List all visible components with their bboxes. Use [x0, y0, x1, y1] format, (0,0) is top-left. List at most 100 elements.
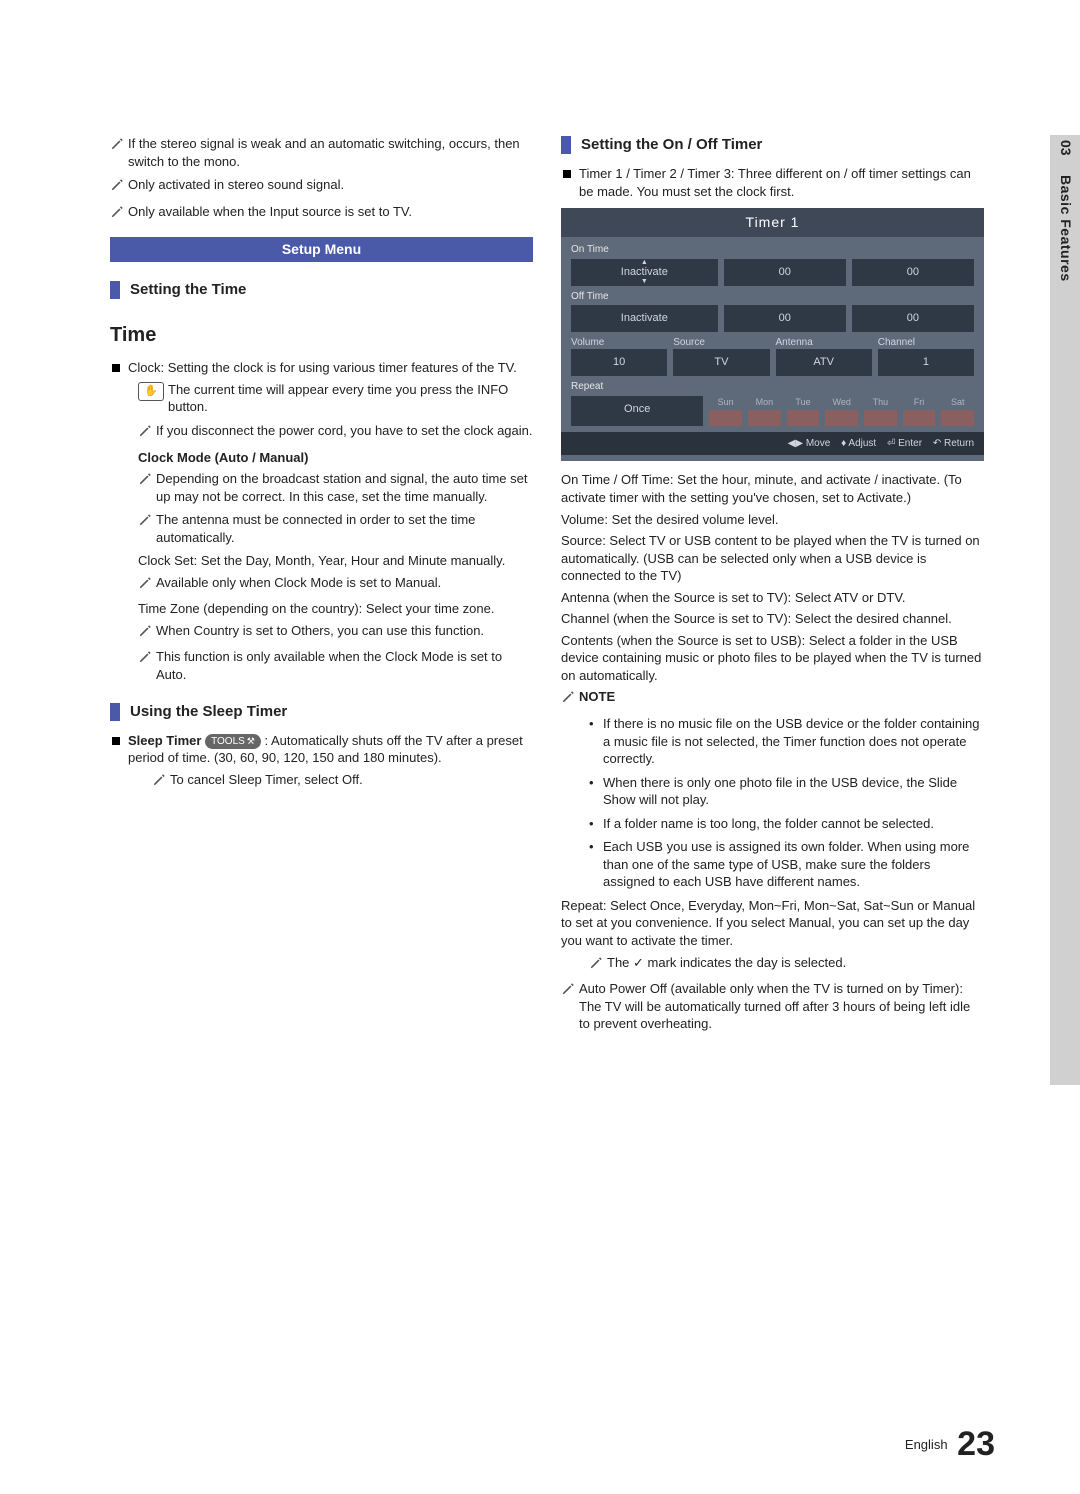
note-text: Only activated in stereo sound signal.: [128, 176, 344, 194]
note-icon: [138, 513, 156, 532]
section-heading: Setting the On / Off Timer: [561, 135, 984, 155]
note: Available only when Clock Mode is set to…: [138, 574, 533, 595]
note: When Country is set to Others, you can u…: [138, 622, 533, 643]
section-heading: Setting the Time: [110, 280, 533, 300]
on-time-state: Inactivate: [571, 259, 718, 286]
note-item: When there is only one photo file in the…: [589, 774, 984, 809]
page-number: 23: [957, 1425, 995, 1463]
day-fri: Fri: [903, 396, 936, 426]
p-channel: Channel (when the Source is set to TV): …: [561, 610, 984, 628]
right-column: Setting the On / Off Timer Timer 1 / Tim…: [561, 135, 984, 1039]
p-antenna: Antenna (when the Source is set to TV): …: [561, 589, 984, 607]
section-heading: Using the Sleep Timer: [110, 702, 533, 722]
note-item: If a folder name is too long, the folder…: [589, 815, 984, 833]
clock-item: Clock: Setting the clock is for using va…: [110, 359, 533, 377]
autopower-text: Auto Power Off (available only when the …: [579, 980, 984, 1033]
off-time-label: Off Time: [571, 290, 974, 304]
timer-panel: Timer 1 On Time Inactivate 00 00 Off Tim…: [561, 208, 984, 461]
section-number: 03: [1058, 140, 1074, 156]
bullet-icon: [563, 170, 571, 178]
repeat-label: Repeat: [571, 380, 974, 394]
note: If the stereo signal is weak and an auto…: [110, 135, 533, 170]
day-sun: Sun: [709, 396, 742, 426]
note-text: This function is only available when the…: [156, 648, 533, 683]
timer-item: Timer 1 / Timer 2 / Timer 3: Three diffe…: [561, 165, 984, 200]
footer-lang: English: [905, 1437, 948, 1452]
note-text: To cancel Sleep Timer, select Off.: [170, 771, 363, 789]
note-text: When Country is set to Others, you can u…: [156, 622, 484, 640]
timezone-text: Time Zone (depending on the country): Se…: [138, 600, 533, 618]
note-icon: [110, 178, 128, 197]
hand-note: ✋ The current time will appear every tim…: [138, 381, 533, 416]
day-tue: Tue: [787, 396, 820, 426]
foot-adjust: ♦ Adjust: [841, 438, 876, 449]
hdr-channel: Channel: [878, 336, 974, 350]
note-icon: [138, 472, 156, 491]
content: If the stereo signal is weak and an auto…: [110, 135, 985, 1039]
val-channel: 1: [878, 349, 974, 376]
p-repeat: Repeat: Select Once, Everyday, Mon~Fri, …: [561, 897, 984, 950]
p-ontime: On Time / Off Time: Set the hour, minute…: [561, 471, 984, 506]
note-icon: [138, 576, 156, 595]
heading-text: Using the Sleep Timer: [130, 702, 287, 722]
note-icon: [561, 690, 579, 709]
p-source: Source: Select TV or USB content to be p…: [561, 532, 984, 585]
val-antenna: ATV: [776, 349, 872, 376]
left-column: If the stereo signal is weak and an auto…: [110, 135, 533, 1039]
note-icon: [110, 137, 128, 156]
note-icon: [152, 773, 170, 792]
timer-footer: ◀▶ Move ♦ Adjust ⏎ Enter ↶ Return: [561, 432, 984, 456]
off-time-min: 00: [852, 305, 974, 332]
clock-set-text: Clock Set: Set the Day, Month, Year, Hou…: [138, 552, 533, 570]
hand-icon: ✋: [138, 382, 164, 401]
sleep-item: Sleep Timer TOOLS : Automatically shuts …: [110, 732, 533, 767]
p-contents: Contents (when the Source is set to USB)…: [561, 632, 984, 685]
check-note: The ✓ mark indicates the day is selected…: [589, 954, 984, 975]
on-time-hour: 00: [724, 259, 846, 286]
sleep-text: Sleep Timer TOOLS : Automatically shuts …: [128, 732, 533, 767]
note: Depending on the broadcast station and s…: [138, 470, 533, 505]
repeat-value: Once: [571, 396, 703, 426]
note-text: Available only when Clock Mode is set to…: [156, 574, 441, 592]
on-time-min: 00: [852, 259, 974, 286]
note-heading: NOTE: [561, 688, 984, 709]
note: Only activated in stereo sound signal.: [110, 176, 533, 197]
note-icon: [138, 624, 156, 643]
hdr-antenna: Antenna: [776, 336, 872, 350]
heading-text: Setting the Time: [130, 280, 246, 300]
note-text: If you disconnect the power cord, you ha…: [156, 422, 533, 440]
hand-note-text: The current time will appear every time …: [168, 381, 533, 416]
time-heading: Time: [110, 322, 533, 349]
clock-text: Clock: Setting the clock is for using va…: [128, 359, 517, 377]
p-volume: Volume: Set the desired volume level.: [561, 511, 984, 529]
note-text: If the stereo signal is weak and an auto…: [128, 135, 533, 170]
val-source: TV: [673, 349, 769, 376]
foot-enter: ⏎ Enter: [887, 438, 922, 449]
heading-accent: [110, 281, 120, 299]
note: The antenna must be connected in order t…: [138, 511, 533, 546]
tools-badge: TOOLS: [205, 734, 261, 750]
foot-move: ◀▶ Move: [788, 438, 831, 449]
day-sat: Sat: [941, 396, 974, 426]
note: This function is only available when the…: [138, 648, 533, 683]
foot-return: ↶ Return: [933, 438, 974, 449]
day-thu: Thu: [864, 396, 897, 426]
timer-panel-title: Timer 1: [561, 208, 984, 237]
note-icon: [110, 205, 128, 224]
note-item: If there is no music file on the USB dev…: [589, 715, 984, 768]
on-time-label: On Time: [571, 243, 974, 257]
note-text: The antenna must be connected in order t…: [156, 511, 533, 546]
day-selector: Sun Mon Tue Wed Thu Fri Sat: [709, 396, 974, 426]
page-footer: English 23: [905, 1425, 995, 1464]
off-time-hour: 00: [724, 305, 846, 332]
day-wed: Wed: [825, 396, 858, 426]
hdr-source: Source: [673, 336, 769, 350]
bullet-icon: [112, 737, 120, 745]
note-list: If there is no music file on the USB dev…: [589, 715, 984, 891]
sleep-label: Sleep Timer: [128, 733, 205, 748]
hdr-volume: Volume: [571, 336, 667, 350]
heading-text: Setting the On / Off Timer: [581, 135, 762, 155]
note-heading-text: NOTE: [579, 688, 615, 706]
note-icon: [138, 650, 156, 669]
day-mon: Mon: [748, 396, 781, 426]
